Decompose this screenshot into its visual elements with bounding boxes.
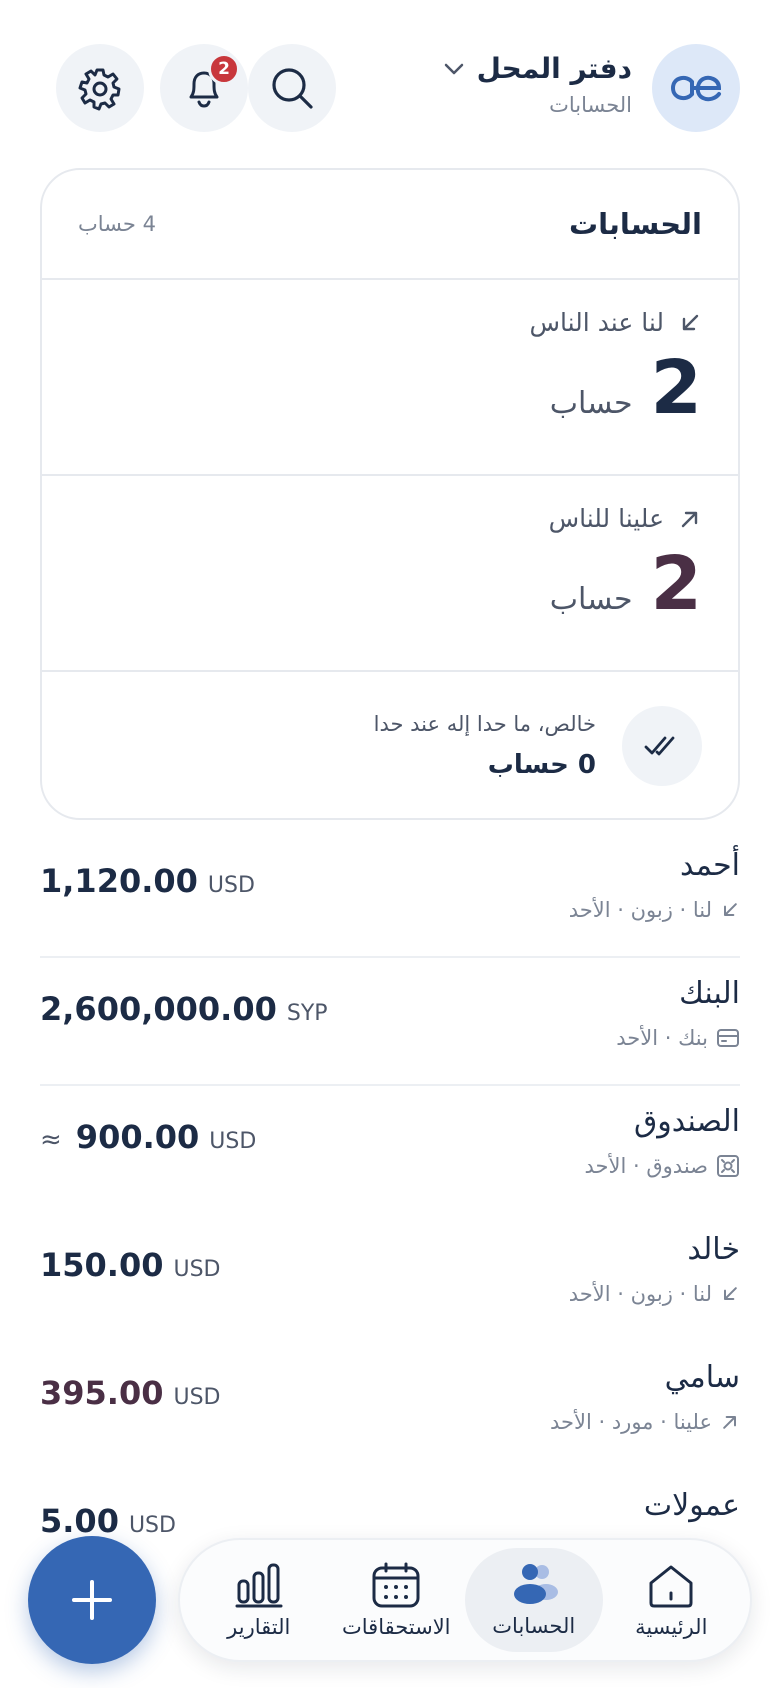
- calendar-icon: [372, 1562, 420, 1608]
- avatar[interactable]: [652, 44, 740, 132]
- list-item[interactable]: خالد لنا · زبون · الأحد 150.00 USD: [40, 1214, 740, 1342]
- list-item[interactable]: البنك بنك · الأحد 2,600,000.00 SYP: [40, 958, 740, 1086]
- receivable-stat[interactable]: لنا عند الناس 2 حساب: [42, 280, 738, 476]
- payable-value: 2: [650, 541, 703, 627]
- app-subtitle: الحسابات: [549, 93, 632, 117]
- nav-home-label: الرئيسية: [635, 1615, 708, 1639]
- receivable-unit: حساب: [549, 386, 633, 421]
- settled-count: 0 حساب: [487, 750, 596, 780]
- account-currency: USD: [207, 873, 255, 898]
- account-name: عمولات: [643, 1488, 740, 1523]
- summary-title: الحسابات: [568, 207, 702, 241]
- list-item[interactable]: أحمد لنا · زبون · الأحد 1,120.00 USD: [40, 830, 740, 958]
- search-icon: [272, 68, 313, 109]
- receivable-value: 2: [650, 345, 703, 431]
- arrow-down-left-icon: [724, 1287, 737, 1300]
- accounts-list: أحمد لنا · زبون · الأحد 1,120.00 USD الب…: [40, 830, 740, 1598]
- settled-stat[interactable]: خالص، ما حدا إله عند حدا 0 حساب: [42, 672, 738, 818]
- notification-badge: 2: [208, 53, 240, 85]
- payable-unit: حساب: [549, 582, 633, 617]
- account-meta: لنا · زبون · الأحد: [568, 898, 712, 922]
- plus-icon: [72, 1580, 112, 1620]
- approx-sign: ≈: [40, 1125, 62, 1155]
- summary-count: 4 حساب: [78, 212, 156, 236]
- account-name: الصندوق: [633, 1104, 740, 1139]
- arrow-down-left-icon: [682, 314, 699, 330]
- card-icon: [717, 1029, 739, 1047]
- account-amount: 150.00: [40, 1246, 164, 1284]
- account-currency: USD: [128, 1513, 176, 1538]
- chevron-down-icon: [444, 63, 463, 74]
- settings-button[interactable]: [56, 44, 144, 132]
- nav-accounts[interactable]: الحسابات: [465, 1548, 603, 1652]
- cash-box-icon: [717, 1155, 739, 1177]
- account-name: خالد: [687, 1232, 740, 1267]
- notifications-button[interactable]: 2: [160, 44, 248, 132]
- gear-icon: [78, 68, 121, 111]
- list-item[interactable]: الصندوق صندوق · الأحد ≈ 900.00 USD: [40, 1086, 740, 1214]
- settled-icon-wrap: [622, 706, 702, 786]
- double-check-icon: [644, 736, 675, 756]
- account-meta: علينا · مورد · الأحد: [549, 1410, 712, 1434]
- nav-dues-label: الاستحقاقات: [341, 1615, 451, 1639]
- account-amount: 5.00: [40, 1502, 119, 1540]
- search-button[interactable]: [248, 44, 336, 132]
- account-name: أحمد: [680, 848, 740, 883]
- people-icon: [513, 1564, 558, 1604]
- nav-dues[interactable]: الاستحقاقات: [328, 1548, 466, 1652]
- nav-accounts-label: الحسابات: [492, 1614, 576, 1638]
- arrow-up-right-icon: [723, 1416, 736, 1429]
- account-meta: صندوق · الأحد: [584, 1154, 708, 1178]
- app-title-block[interactable]: دفتر المحل الحسابات: [443, 52, 632, 117]
- nav-reports[interactable]: التقارير: [190, 1548, 328, 1652]
- home-icon: [649, 1565, 693, 1608]
- app-title: دفتر المحل: [476, 52, 632, 85]
- nav-home[interactable]: الرئيسية: [603, 1548, 741, 1652]
- account-currency: USD: [173, 1385, 221, 1410]
- account-amount: 395.00: [40, 1374, 164, 1412]
- nav-reports-label: التقارير: [227, 1615, 291, 1639]
- settled-label: خالص، ما حدا إله عند حدا: [373, 712, 596, 736]
- accounts-summary-card: الحسابات 4 حساب لنا عند الناس 2 حساب علي…: [40, 168, 740, 820]
- list-item[interactable]: سامي علينا · مورد · الأحد 395.00 USD: [40, 1342, 740, 1470]
- receivable-label: لنا عند الناس: [529, 308, 665, 337]
- bar-chart-icon: [235, 1563, 283, 1608]
- arrow-down-left-icon: [724, 903, 737, 916]
- account-meta: بنك · الأحد: [616, 1026, 708, 1050]
- account-amount: 1,120.00: [40, 862, 198, 900]
- account-amount: 2,600,000.00: [40, 990, 277, 1028]
- account-amount: 900.00: [75, 1118, 200, 1156]
- account-currency: USD: [209, 1129, 257, 1154]
- account-name: البنك: [679, 976, 740, 1011]
- add-button[interactable]: [28, 1536, 156, 1664]
- logo-icon: [670, 75, 722, 102]
- arrow-up-right-icon: [681, 511, 698, 527]
- account-currency: SYP: [286, 1001, 328, 1026]
- account-currency: USD: [173, 1257, 221, 1282]
- bottom-nav: الرئيسية الحسابات الاستحقاقات التقارير: [178, 1538, 752, 1662]
- app-header: دفتر المحل الحسابات 2: [56, 44, 740, 134]
- account-meta: لنا · زبون · الأحد: [568, 1282, 712, 1306]
- account-name: سامي: [664, 1360, 740, 1395]
- payable-label: علينا للناس: [548, 504, 664, 533]
- payable-stat[interactable]: علينا للناس 2 حساب: [42, 476, 738, 672]
